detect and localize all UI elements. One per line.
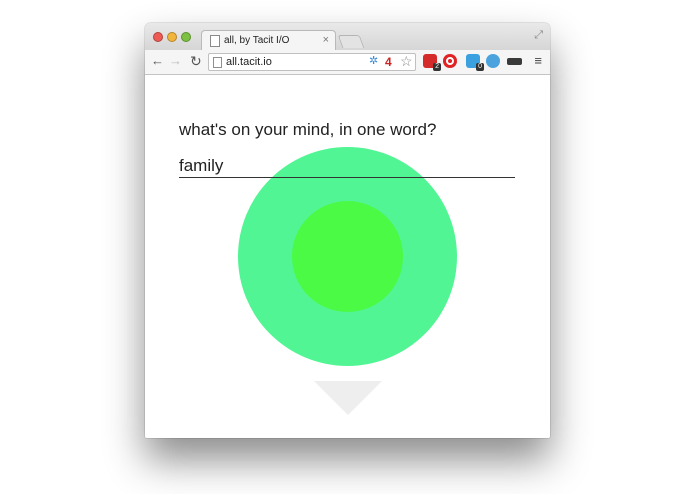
browser-window: all, by Tacit I/O × ⤢ ← → ↻ all.tacit.io… [145, 23, 550, 438]
bug-icon[interactable]: ✲ [369, 54, 378, 67]
address-bar[interactable]: all.tacit.io ✲ 4 ☆ [208, 53, 416, 71]
opera-icon[interactable] [443, 54, 457, 68]
answer-input[interactable] [179, 155, 515, 178]
page-content: what's on your mind, in one word? [145, 75, 550, 438]
submit-arrow-icon[interactable] [314, 381, 382, 415]
fullscreen-icon[interactable]: ⤢ [534, 29, 543, 42]
minimize-window-button[interactable] [167, 32, 177, 42]
forward-icon[interactable]: → [169, 53, 182, 69]
lastpass-icon[interactable]: 2 [423, 54, 441, 71]
tab-title: all, by Tacit I/O [224, 35, 290, 46]
extension-badge: 2 [433, 63, 441, 71]
back-icon[interactable]: ← [151, 53, 164, 69]
tab-close-icon[interactable]: × [323, 34, 329, 46]
browser-toolbar: ← → ↻ all.tacit.io ✲ 4 ☆ 2 0 ≡ [145, 50, 550, 75]
inner-circle [292, 201, 403, 312]
question-prompt: what's on your mind, in one word? [179, 120, 437, 139]
page-icon [210, 35, 220, 47]
url-text[interactable]: all.tacit.io [226, 56, 272, 68]
reload-icon[interactable]: ↻ [190, 53, 202, 69]
mask-icon[interactable] [507, 58, 522, 65]
title-bar: all, by Tacit I/O × ⤢ [145, 23, 550, 51]
maximize-window-button[interactable] [181, 32, 191, 42]
browser-tab[interactable]: all, by Tacit I/O × [201, 30, 336, 51]
star-icon[interactable]: ☆ [400, 53, 413, 70]
menu-icon[interactable]: ≡ [534, 54, 542, 68]
extension-badge: 0 [476, 63, 484, 71]
new-tab-button[interactable] [337, 35, 365, 48]
close-window-button[interactable] [153, 32, 163, 42]
page-icon [213, 57, 222, 68]
extension-count[interactable]: 4 [385, 55, 392, 69]
ghostery-icon[interactable]: 0 [466, 54, 484, 71]
vimium-icon[interactable] [486, 54, 500, 68]
